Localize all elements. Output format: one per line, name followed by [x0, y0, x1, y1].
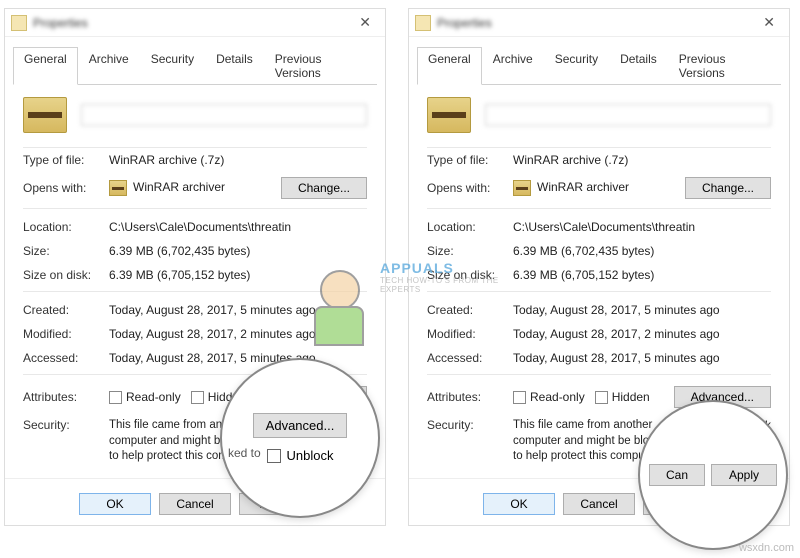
size-label: Size:	[23, 244, 109, 258]
modified-value: Today, August 28, 2017, 2 minutes ago	[109, 327, 367, 341]
tab-general[interactable]: General	[417, 47, 482, 85]
accessed-value: Today, August 28, 2017, 5 minutes ago	[513, 351, 771, 365]
opens-label: Opens with:	[427, 181, 513, 195]
readonly-checkbox[interactable]: Read-only	[513, 390, 585, 404]
attr-label: Attributes:	[23, 390, 109, 404]
size-value: 6.39 MB (6,702,435 bytes)	[109, 244, 367, 258]
accessed-label: Accessed:	[427, 351, 513, 365]
accessed-label: Accessed:	[23, 351, 109, 365]
winrar-archive-icon	[23, 97, 67, 133]
security-label: Security:	[23, 418, 109, 432]
disk-label: Size on disk:	[23, 268, 109, 282]
created-label: Created:	[427, 303, 513, 317]
cancel-button[interactable]: Cancel	[563, 493, 635, 515]
change-button[interactable]: Change...	[281, 177, 367, 199]
disk-label: Size on disk:	[427, 268, 513, 282]
magnified-advanced-button[interactable]: Advanced...	[253, 413, 348, 438]
winrar-archive-icon	[427, 97, 471, 133]
winrar-small-icon	[415, 15, 431, 31]
tab-previous-versions[interactable]: Previous Versions	[264, 47, 377, 84]
hidden-checkbox[interactable]: Hidden	[595, 390, 650, 404]
tabs: General Archive Security Details Previou…	[13, 47, 377, 85]
magnified-unblock-checkbox[interactable]	[267, 449, 281, 463]
magnified-cancel-button[interactable]: Can	[649, 464, 705, 486]
winrar-icon	[513, 180, 531, 196]
window-title: Properties	[33, 16, 88, 30]
readonly-checkbox[interactable]: Read-only	[109, 390, 181, 404]
type-value: WinRAR archive (.7z)	[109, 153, 367, 167]
magnified-apply-button[interactable]: Apply	[711, 464, 777, 486]
opens-label: Opens with:	[23, 181, 109, 195]
ok-button[interactable]: OK	[483, 493, 555, 515]
type-value: WinRAR archive (.7z)	[513, 153, 771, 167]
created-value: Today, August 28, 2017, 5 minutes ago	[513, 303, 771, 317]
type-label: Type of file:	[23, 153, 109, 167]
magnified-side-text: ked to	[228, 446, 261, 460]
watermark: wsxdn.com	[739, 542, 794, 554]
tab-previous-versions[interactable]: Previous Versions	[668, 47, 781, 84]
cancel-button[interactable]: Cancel	[159, 493, 231, 515]
modified-label: Modified:	[427, 327, 513, 341]
type-label: Type of file:	[427, 153, 513, 167]
tab-details[interactable]: Details	[205, 47, 264, 84]
tab-security[interactable]: Security	[544, 47, 609, 84]
tab-details[interactable]: Details	[609, 47, 668, 84]
size-label: Size:	[427, 244, 513, 258]
titlebar: Properties ✕	[5, 9, 385, 37]
location-value: C:\Users\Cale\Documents\threatin	[109, 220, 367, 234]
created-value: Today, August 28, 2017, 5 minutes ago	[109, 303, 367, 317]
change-button[interactable]: Change...	[685, 177, 771, 199]
filename-input[interactable]	[485, 104, 771, 126]
disk-value: 6.39 MB (6,705,152 bytes)	[513, 268, 771, 282]
close-icon[interactable]: ✕	[351, 14, 379, 31]
security-label: Security:	[427, 418, 513, 432]
winrar-small-icon	[11, 15, 27, 31]
tabs: General Archive Security Details Previou…	[417, 47, 781, 85]
window-title: Properties	[437, 16, 492, 30]
titlebar: Properties ✕	[409, 9, 789, 37]
winrar-icon	[109, 180, 127, 196]
filename-input[interactable]	[81, 104, 367, 126]
location-label: Location:	[427, 220, 513, 234]
tab-security[interactable]: Security	[140, 47, 205, 84]
magnified-unblock-label: Unblock	[287, 448, 334, 463]
tab-archive[interactable]: Archive	[482, 47, 544, 84]
magnifier-unblock: Advanced... Unblock ked to	[220, 358, 380, 518]
opens-value: WinRAR archiver	[513, 180, 685, 196]
location-label: Location:	[23, 220, 109, 234]
modified-label: Modified:	[23, 327, 109, 341]
opens-value: WinRAR archiver	[109, 180, 281, 196]
tab-general[interactable]: General	[13, 47, 78, 85]
close-icon[interactable]: ✕	[755, 14, 783, 31]
tab-archive[interactable]: Archive	[78, 47, 140, 84]
size-value: 6.39 MB (6,702,435 bytes)	[513, 244, 771, 258]
ok-button[interactable]: OK	[79, 493, 151, 515]
modified-value: Today, August 28, 2017, 2 minutes ago	[513, 327, 771, 341]
magnifier-apply: Can Apply	[638, 400, 788, 550]
created-label: Created:	[23, 303, 109, 317]
disk-value: 6.39 MB (6,705,152 bytes)	[109, 268, 367, 282]
attr-label: Attributes:	[427, 390, 513, 404]
location-value: C:\Users\Cale\Documents\threatin	[513, 220, 771, 234]
